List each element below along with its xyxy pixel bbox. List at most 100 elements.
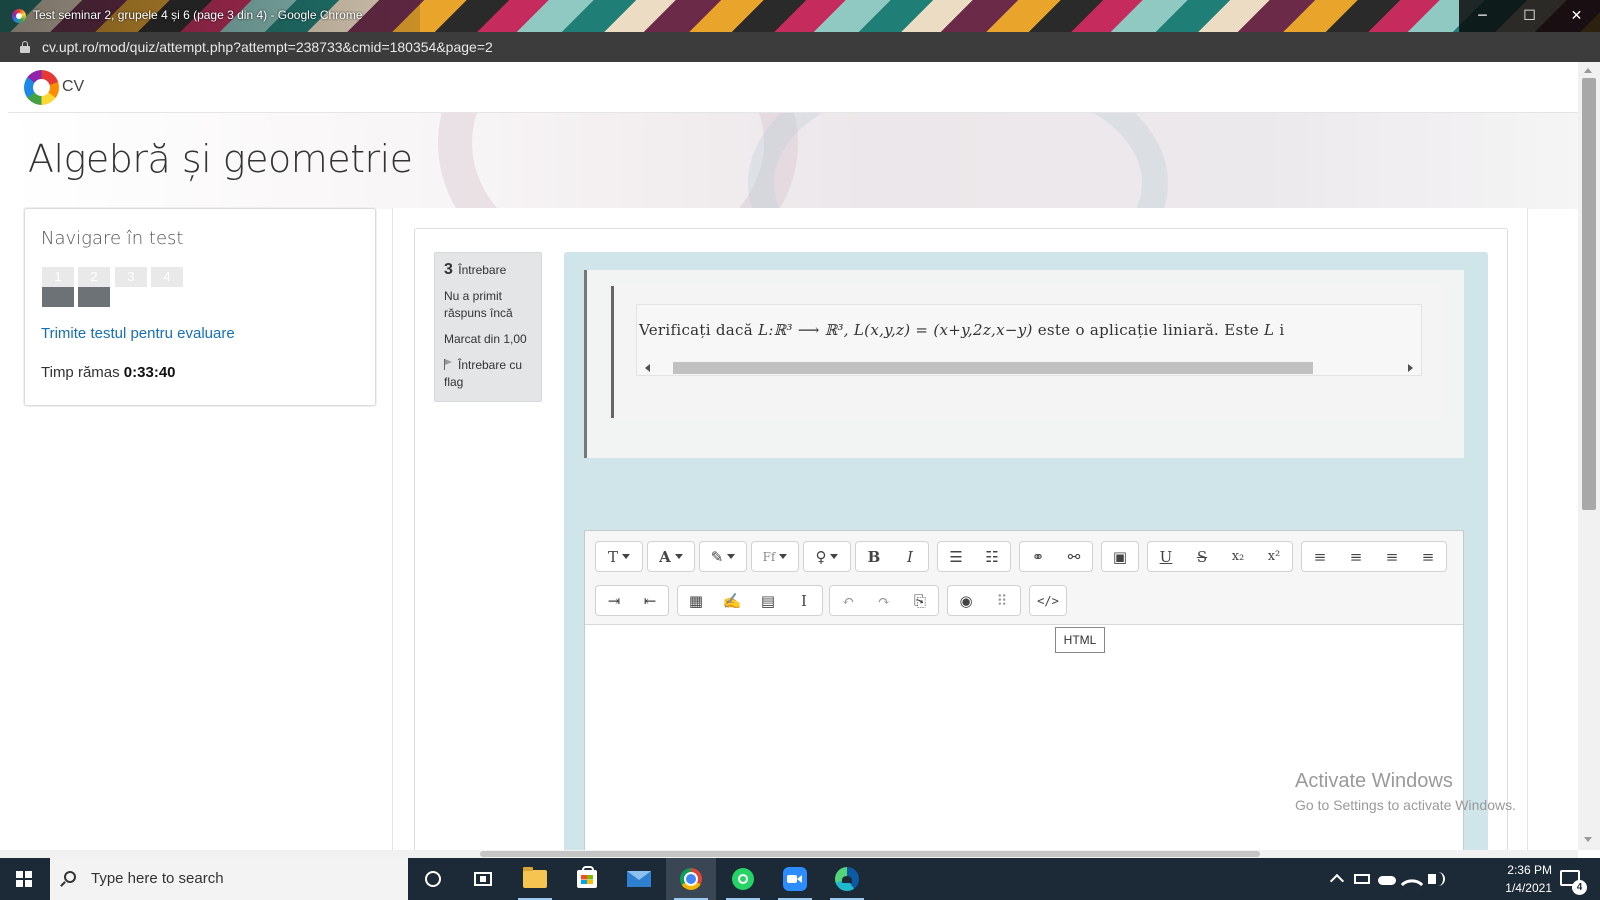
task-view-button[interactable]	[458, 858, 508, 900]
unordered-list-icon[interactable]: ☰	[938, 542, 974, 571]
question-text-scroll-area[interactable]: Verificați dacă L:ℝ³ ⟶ ℝ³, L(x,y,z) = (x…	[636, 304, 1422, 376]
quiz-nav-question-1[interactable]: 1	[42, 267, 74, 307]
url-text[interactable]: cv.upt.ro/mod/quiz/attempt.php?attempt=2…	[42, 39, 493, 55]
quiz-navigation-block: Navigare în test 1 2 3 4 Trimite testul …	[24, 208, 376, 406]
scrollbar-thumb[interactable]	[1582, 78, 1596, 510]
bold-icon[interactable]: B	[856, 542, 892, 571]
align-left-icon[interactable]: ≡	[1302, 542, 1338, 571]
clock-time[interactable]: 2:36 PM	[1472, 861, 1552, 879]
screenreader-icon[interactable]: ⠿	[984, 586, 1020, 615]
edge-icon[interactable]	[835, 867, 859, 891]
link-icon[interactable]: ⚭	[1020, 542, 1056, 571]
cursor-icon[interactable]: I	[786, 586, 822, 615]
align-center-icon[interactable]: ≡	[1338, 542, 1374, 571]
align-right-icon[interactable]: ≡	[1374, 542, 1410, 571]
paragraph-style-icon[interactable]: T	[596, 542, 642, 571]
math-expression: L	[1264, 321, 1275, 339]
quiz-nav-question-3[interactable]: 3	[115, 267, 147, 307]
edit-icon[interactable]: ✍	[714, 586, 750, 615]
lock-icon[interactable]	[20, 41, 30, 53]
strikethrough-icon[interactable]: S	[1184, 542, 1220, 571]
font-color-icon[interactable]: A	[648, 542, 694, 571]
quiz-nav-question-2[interactable]: 2	[78, 267, 110, 307]
flag-question-toggle[interactable]: Întrebare cu flag	[444, 357, 532, 391]
flag-icon[interactable]	[444, 359, 454, 370]
scroll-right-icon[interactable]	[1408, 364, 1413, 372]
underline-icon[interactable]: U	[1148, 542, 1184, 571]
accessibility-icon[interactable]: ◉	[948, 586, 984, 615]
store-icon[interactable]	[577, 866, 597, 888]
maximize-button[interactable]: ☐	[1506, 0, 1553, 32]
taskbar-edge[interactable]	[822, 858, 872, 900]
page-horizontal-scrollbar[interactable]	[0, 850, 1578, 858]
close-button[interactable]: ✕	[1553, 0, 1600, 32]
flag-question-label[interactable]: Întrebare cu flag	[444, 358, 522, 389]
site-brand[interactable]: CV	[62, 78, 84, 96]
question-marks: Marcat din 1,00	[444, 332, 527, 346]
cortana-icon[interactable]	[425, 871, 441, 887]
cv-logo-icon[interactable]	[24, 70, 59, 105]
toolbar-group-accessibility: ◉ ⠿	[947, 585, 1021, 616]
clock-date[interactable]: 1/4/2021	[1472, 879, 1552, 897]
scroll-down-icon[interactable]	[1584, 837, 1592, 842]
table-icon[interactable]: ▤	[750, 586, 786, 615]
submit-test-link[interactable]: Trimite testul pentru evaluare	[41, 325, 235, 342]
taskbar-mail[interactable]	[614, 858, 664, 900]
ordered-list-icon[interactable]: ☷	[974, 542, 1010, 571]
taskbar-search-box[interactable]: Type here to search	[50, 858, 408, 900]
question-info: 3 Întrebare Nu a primit răspuns încă Mar…	[434, 252, 542, 402]
unlink-icon[interactable]: ⚯	[1056, 542, 1092, 571]
mail-icon[interactable]	[627, 871, 651, 887]
font-family-icon[interactable]: Ff	[752, 542, 798, 571]
question-text-tail: i	[1279, 321, 1285, 339]
align-justify-icon[interactable]: ≡	[1410, 542, 1446, 571]
zoom-icon[interactable]	[783, 867, 807, 891]
watermark-subtitle: Go to Settings to activate Windows.	[1295, 797, 1516, 813]
image-icon[interactable]: ▣	[1102, 542, 1138, 571]
show-hidden-icons-icon[interactable]	[1329, 873, 1345, 889]
quiz-nav-question-4[interactable]: 4	[151, 267, 183, 307]
outdent-icon[interactable]: ⇤	[632, 586, 668, 615]
undo-icon[interactable]: ↶	[830, 586, 866, 615]
task-view-icon[interactable]	[474, 872, 492, 886]
taskbar-chrome[interactable]	[666, 858, 716, 900]
indent-icon[interactable]: ⇥	[596, 586, 632, 615]
scroll-left-icon[interactable]	[645, 364, 650, 372]
windows-logo-icon[interactable]	[16, 871, 32, 887]
file-explorer-icon[interactable]	[523, 867, 547, 888]
start-button[interactable]	[0, 858, 48, 900]
onedrive-icon[interactable]	[1378, 876, 1396, 885]
taskbar-store[interactable]	[562, 858, 612, 900]
lightbulb-icon[interactable]: ♀	[804, 542, 850, 571]
italic-icon[interactable]: I	[892, 542, 928, 571]
toolbar-group-background: ✎	[699, 541, 747, 572]
whatsapp-icon[interactable]	[732, 868, 754, 890]
editor-toolbar: T A ✎ Ff ♀ B I ☰ ☷ ⚭ ⚯ ▣ U S x₂ x² ≡ ≡ ≡…	[585, 531, 1463, 625]
volume-icon[interactable]	[1428, 872, 1445, 886]
scrollbar-thumb[interactable]	[480, 851, 1260, 857]
subscript-icon[interactable]: x₂	[1220, 542, 1256, 571]
scroll-up-icon[interactable]	[1584, 68, 1592, 73]
page-vertical-scrollbar[interactable]	[1578, 62, 1600, 850]
chrome-icon[interactable]	[680, 868, 702, 890]
background-color-icon[interactable]: ✎	[700, 542, 746, 571]
taskbar-whatsapp[interactable]	[718, 858, 768, 900]
wifi-icon[interactable]	[1400, 872, 1424, 896]
taskbar-file-explorer[interactable]	[510, 858, 560, 900]
search-placeholder[interactable]: Type here to search	[91, 870, 224, 887]
question-number: 1	[42, 267, 74, 287]
equation-icon[interactable]: ▦	[678, 586, 714, 615]
page-header: Algebră și geometrie	[8, 113, 1578, 209]
taskbar-clock[interactable]: 2:36 PM 1/4/2021	[1472, 861, 1552, 897]
scrollbar-thumb[interactable]	[673, 362, 1313, 374]
cortana-button[interactable]	[408, 858, 458, 900]
address-bar[interactable]: cv.upt.ro/mod/quiz/attempt.php?attempt=2…	[0, 32, 1600, 62]
superscript-icon[interactable]: x²	[1256, 542, 1292, 571]
battery-icon[interactable]	[1354, 874, 1370, 884]
html-source-icon[interactable]: </>	[1030, 586, 1066, 615]
paste-icon[interactable]: ⎘	[902, 586, 938, 615]
horizontal-scrollbar[interactable]	[637, 359, 1421, 375]
minimize-button[interactable]: ─	[1459, 0, 1506, 32]
redo-icon[interactable]: ↷	[866, 586, 902, 615]
taskbar-zoom[interactable]	[770, 858, 820, 900]
